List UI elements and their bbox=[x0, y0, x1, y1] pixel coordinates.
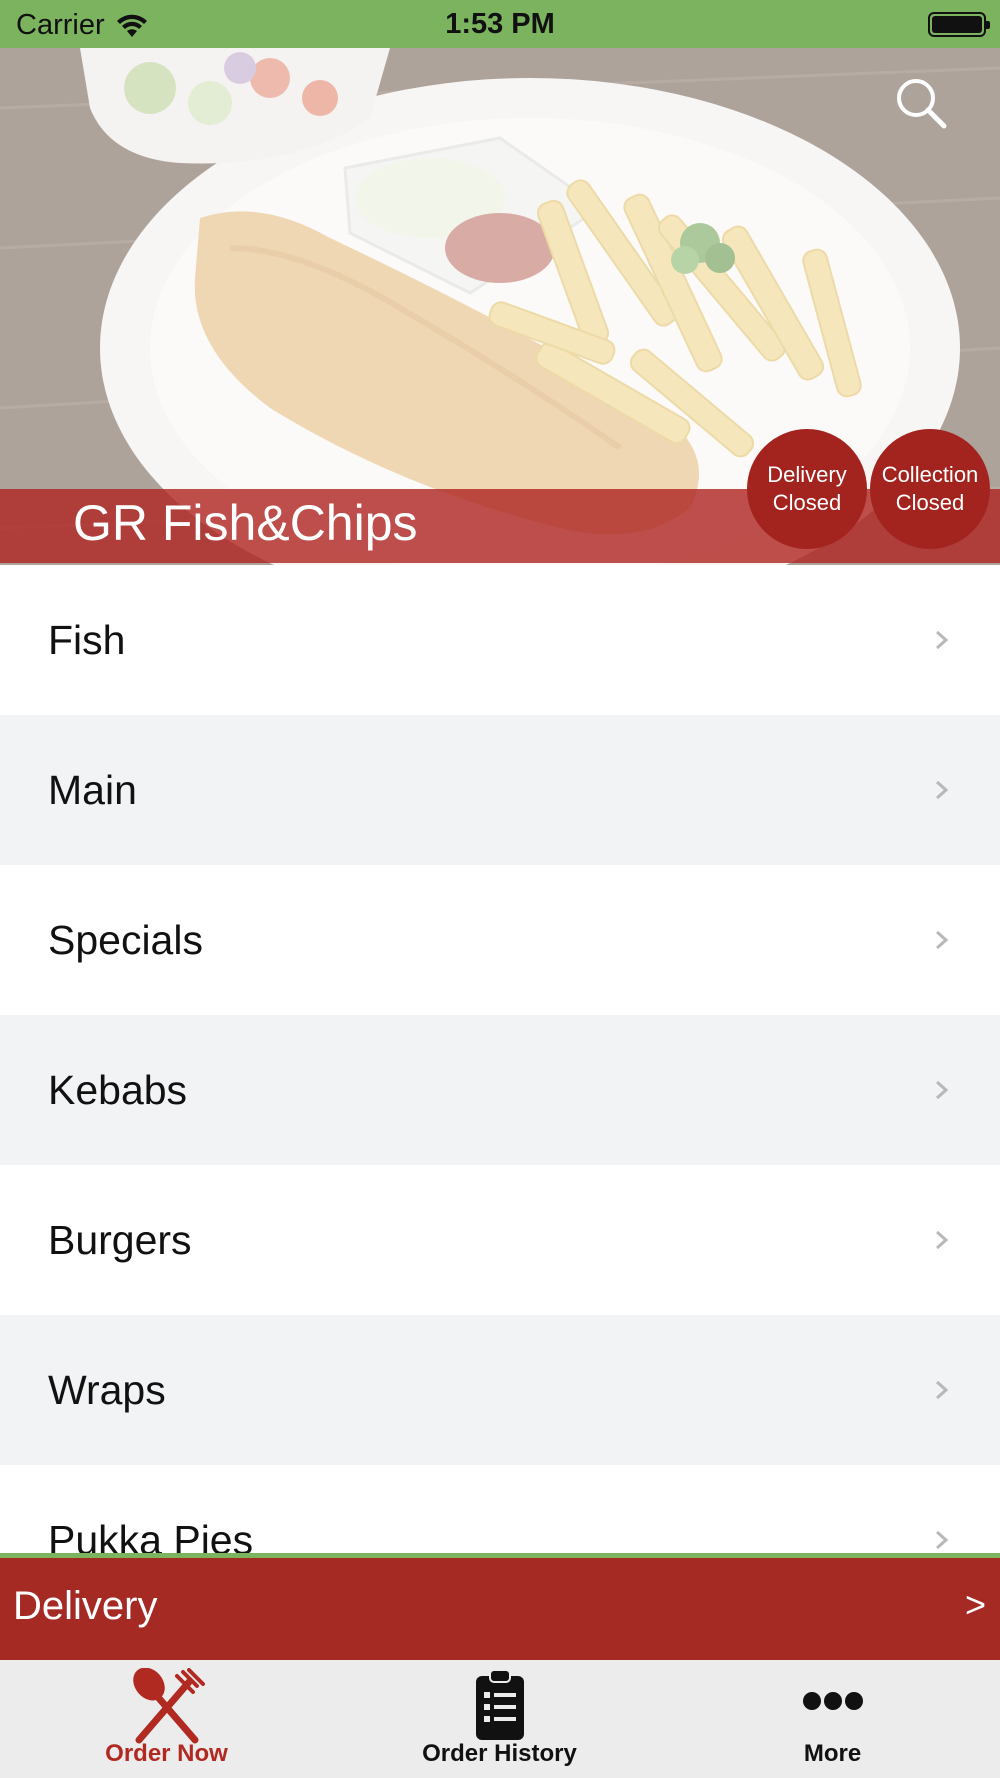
chevron-right-icon bbox=[936, 1230, 949, 1250]
menu-item-pukka-pies[interactable]: Pukka Pies bbox=[0, 1465, 1000, 1555]
menu-item-wraps[interactable]: Wraps bbox=[0, 1315, 1000, 1465]
chevron-right-icon bbox=[936, 1380, 949, 1400]
delivery-status-badge: Delivery Closed bbox=[747, 429, 867, 549]
menu-item-label: Fish bbox=[48, 616, 126, 663]
menu-item-label: Specials bbox=[48, 916, 203, 963]
menu-item-label: Kebabs bbox=[48, 1066, 188, 1113]
chevron-right-icon bbox=[936, 930, 949, 950]
chevron-right-icon bbox=[936, 780, 949, 800]
tab-bar: Order Now Order History More bbox=[0, 1660, 1000, 1778]
tab-label: More bbox=[803, 1740, 862, 1767]
menu-item-burgers[interactable]: Burgers bbox=[0, 1165, 1000, 1315]
menu-category-list: Fish Main Specials Kebabs Burgers Wraps … bbox=[0, 565, 1000, 1555]
status-bar: Carrier 1:53 PM bbox=[0, 0, 1000, 48]
battery-icon bbox=[928, 12, 990, 37]
menu-item-label: Main bbox=[48, 766, 137, 813]
menu-item-fish[interactable]: Fish bbox=[0, 565, 1000, 715]
chevron-right-icon bbox=[936, 630, 949, 650]
collection-status-badge: Collection Closed bbox=[870, 429, 990, 549]
menu-item-main[interactable]: Main bbox=[0, 715, 1000, 865]
menu-item-label: Burgers bbox=[48, 1216, 192, 1263]
tab-order-now[interactable]: Order Now bbox=[0, 1660, 333, 1778]
status-time: 1:53 PM bbox=[445, 8, 555, 40]
menu-item-kebabs[interactable]: Kebabs bbox=[0, 1015, 1000, 1165]
delivery-arrow-icon: > bbox=[964, 1584, 986, 1625]
delivery-badge-status: Closed bbox=[772, 490, 842, 515]
hero-banner: GR Fish&Chips Delivery Closed Collection… bbox=[0, 48, 1000, 565]
chevron-right-icon bbox=[936, 1530, 949, 1550]
tab-more[interactable]: More bbox=[666, 1660, 999, 1778]
delivery-mode-bar[interactable]: Delivery > bbox=[0, 1553, 1000, 1660]
menu-item-label: Pukka Pies bbox=[48, 1516, 254, 1556]
delivery-mode-label: Delivery bbox=[13, 1584, 158, 1628]
tab-label: Order History bbox=[422, 1740, 577, 1767]
collection-badge-title: Collection bbox=[881, 462, 979, 487]
fork-knife-icon bbox=[132, 1668, 205, 1744]
menu-item-specials[interactable]: Specials bbox=[0, 865, 1000, 1015]
chevron-right-icon bbox=[936, 1080, 949, 1100]
tab-order-history[interactable]: Order History bbox=[333, 1660, 666, 1778]
search-icon[interactable] bbox=[894, 76, 948, 130]
restaurant-name: GR Fish&Chips bbox=[73, 495, 418, 551]
tab-label: Order Now bbox=[105, 1740, 228, 1767]
clipboard-icon bbox=[475, 1669, 524, 1740]
collection-badge-status: Closed bbox=[895, 490, 965, 515]
delivery-badge-title: Delivery bbox=[767, 462, 847, 487]
menu-item-label: Wraps bbox=[48, 1366, 166, 1413]
more-dots-icon bbox=[802, 1692, 863, 1710]
